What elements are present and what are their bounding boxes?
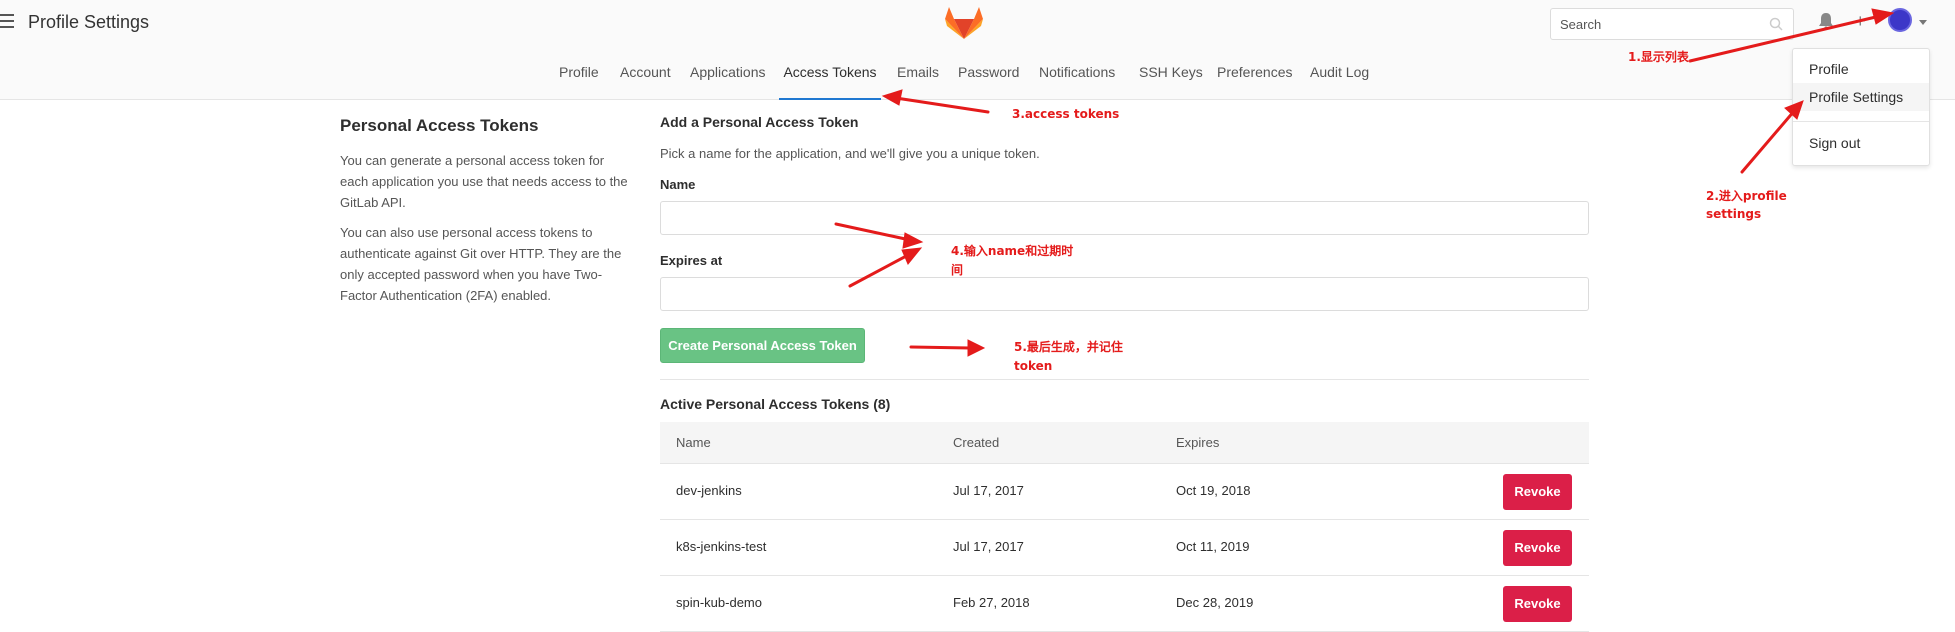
tab-notifications[interactable]: Notifications [1039,60,1115,100]
tab-preferences[interactable]: Preferences [1217,60,1292,100]
tab-ssh-keys[interactable]: SSH Keys [1139,60,1203,100]
tab-audit-log[interactable]: Audit Log [1310,60,1369,100]
token-expires: Dec 28, 2019 [1176,595,1254,610]
dropdown-divider [1793,121,1929,122]
annotation-step-3: 3.access tokens [1012,107,1120,121]
user-dropdown-menu: Profile Profile Settings Sign out [1792,48,1930,166]
tab-profile[interactable]: Profile [559,60,599,100]
table-row: dev-jenkins Jul 17, 2017 Oct 19, 2018 Re… [660,464,1589,520]
table-row: k8s-jenkins-test Jul 17, 2017 Oct 11, 20… [660,520,1589,576]
column-header-name: Name [676,435,711,450]
token-expires: Oct 11, 2019 [1176,539,1250,554]
description-paragraph-2: You can also use personal access tokens … [340,225,622,303]
token-name: dev-jenkins [676,483,742,498]
token-created: Jul 17, 2017 [953,483,1024,498]
search-placeholder: Search [1560,17,1602,32]
tab-emails[interactable]: Emails [897,60,939,100]
section-title: Personal Access Tokens [340,116,539,135]
form-title: Add a Personal Access Token [660,114,859,130]
plus-icon[interactable]: + [1855,12,1866,30]
name-field[interactable] [660,201,1589,235]
token-name: spin-kub-demo [676,595,762,610]
annotation-step-4-line-1: 4.输入name和过期时 [951,244,1074,258]
divider [660,379,1589,380]
annotation-step-2-line-1: 2.进入profile [1706,189,1787,203]
page-title: Profile Settings [28,12,150,32]
avatar[interactable] [1888,8,1912,32]
form-description: Pick a name for the application, and we'… [660,146,1040,161]
search-input[interactable]: Search [1550,8,1794,40]
gitlab-logo-icon[interactable] [945,6,983,40]
annotation-step-5-line-2: token [1014,359,1053,373]
token-expires: Oct 19, 2018 [1176,483,1251,498]
tab-password[interactable]: Password [958,60,1019,100]
dropdown-item-sign-out[interactable]: Sign out [1793,129,1929,157]
bell-icon[interactable] [1818,12,1834,30]
description-paragraph-1: You can generate a personal access token… [340,153,628,210]
table-row: spin-kub-demo Feb 27, 2018 Dec 28, 2019 … [660,576,1589,632]
token-created: Jul 17, 2017 [953,539,1024,554]
annotation-step-1: 1.显示列表 [1628,50,1689,64]
profile-tabs: Profile Account Applications Access Toke… [0,60,1955,100]
tab-account[interactable]: Account [620,60,671,100]
tab-applications[interactable]: Applications [690,60,766,100]
token-name: k8s-jenkins-test [676,539,767,554]
tokens-description: Personal Access Tokens You can generate … [340,116,630,315]
search-icon [1769,17,1783,31]
revoke-button[interactable]: Revoke [1503,530,1572,566]
table-header: Name Created Expires [660,422,1589,464]
expires-label: Expires at [660,253,723,268]
dropdown-item-profile-settings[interactable]: Profile Settings [1793,83,1929,111]
active-tokens-title: Active Personal Access Tokens (8) [660,396,891,412]
revoke-button[interactable]: Revoke [1503,586,1572,622]
column-header-expires: Expires [1176,435,1220,450]
name-label: Name [660,177,696,192]
annotation-step-4-line-2: 间 [951,263,964,277]
create-token-button[interactable]: Create Personal Access Token [660,328,865,363]
tab-access-tokens[interactable]: Access Tokens [779,60,881,100]
annotation-step-5-line-1: 5.最后生成，并记住 [1014,340,1123,354]
expires-field[interactable] [660,277,1589,311]
chevron-down-icon[interactable] [1919,20,1927,25]
revoke-button[interactable]: Revoke [1503,474,1572,510]
annotation-step-2-line-2: settings [1706,207,1762,221]
dropdown-item-profile[interactable]: Profile [1793,55,1929,83]
hamburger-menu-icon[interactable] [0,14,14,28]
column-header-created: Created [953,435,1000,450]
token-created: Feb 27, 2018 [953,595,1030,610]
